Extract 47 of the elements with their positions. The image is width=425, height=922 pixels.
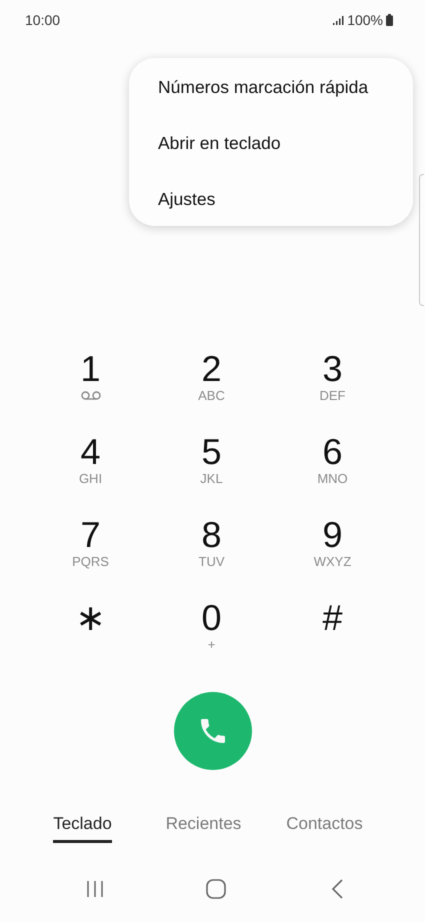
status-time: 10:00 bbox=[25, 12, 60, 28]
key-digit: 9 bbox=[322, 516, 343, 554]
key-letters: JKL bbox=[200, 471, 223, 487]
voicemail-icon bbox=[80, 391, 100, 400]
signal-icon bbox=[333, 16, 344, 24]
tab[interactable]: Teclado bbox=[53, 810, 112, 843]
key-digit: # bbox=[322, 599, 343, 637]
key-digit: 3 bbox=[322, 350, 343, 388]
battery-percent: 100% bbox=[347, 12, 383, 28]
key-letters: MNO bbox=[317, 471, 348, 487]
key-digit: 5 bbox=[201, 433, 222, 471]
dial-key[interactable]: # bbox=[272, 597, 393, 680]
key-digit: 7 bbox=[80, 516, 101, 554]
key-digit: 2 bbox=[201, 350, 222, 388]
key-letters: GHI bbox=[78, 471, 102, 487]
dial-key[interactable]: 1 bbox=[30, 348, 151, 431]
dial-key[interactable]: 5 JKL bbox=[151, 431, 272, 514]
key-letters: PQRS bbox=[72, 554, 109, 570]
key-letters: ABC bbox=[198, 388, 225, 404]
dial-key[interactable]: 9 WXYZ bbox=[272, 514, 393, 597]
key-letters: + bbox=[208, 637, 216, 653]
home-icon[interactable] bbox=[206, 879, 226, 899]
key-digit: 1 bbox=[80, 350, 101, 388]
tab[interactable]: Contactos bbox=[286, 810, 363, 843]
battery-icon bbox=[386, 14, 393, 26]
key-digit: 4 bbox=[80, 433, 101, 471]
back-icon[interactable] bbox=[330, 879, 342, 899]
menu-item[interactable]: Abrir en teclado bbox=[129, 114, 413, 170]
dial-key[interactable]: ∗ bbox=[30, 597, 151, 680]
tab[interactable]: Recientes bbox=[166, 810, 242, 843]
recent-apps-icon[interactable] bbox=[86, 880, 104, 898]
dial-key[interactable]: 6 MNO bbox=[272, 431, 393, 514]
menu-item[interactable]: Números marcación rápida bbox=[129, 58, 413, 114]
dial-key[interactable]: 8 TUV bbox=[151, 514, 272, 597]
dial-key[interactable]: 7 PQRS bbox=[30, 514, 151, 597]
key-letters: TUV bbox=[198, 554, 224, 570]
menu-item[interactable]: Ajustes bbox=[129, 170, 413, 226]
dial-key[interactable]: 0 + bbox=[151, 597, 272, 680]
dial-key[interactable]: 4 GHI bbox=[30, 431, 151, 514]
dial-key[interactable]: 3 DEF bbox=[272, 348, 393, 431]
key-digit: 8 bbox=[201, 516, 222, 554]
dial-key[interactable]: 2 ABC bbox=[151, 348, 272, 431]
key-digit: 6 bbox=[322, 433, 343, 471]
key-letters: WXYZ bbox=[314, 554, 352, 570]
key-letters: DEF bbox=[320, 388, 346, 404]
key-digit: ∗ bbox=[76, 599, 106, 637]
key-digit: 0 bbox=[201, 599, 222, 637]
